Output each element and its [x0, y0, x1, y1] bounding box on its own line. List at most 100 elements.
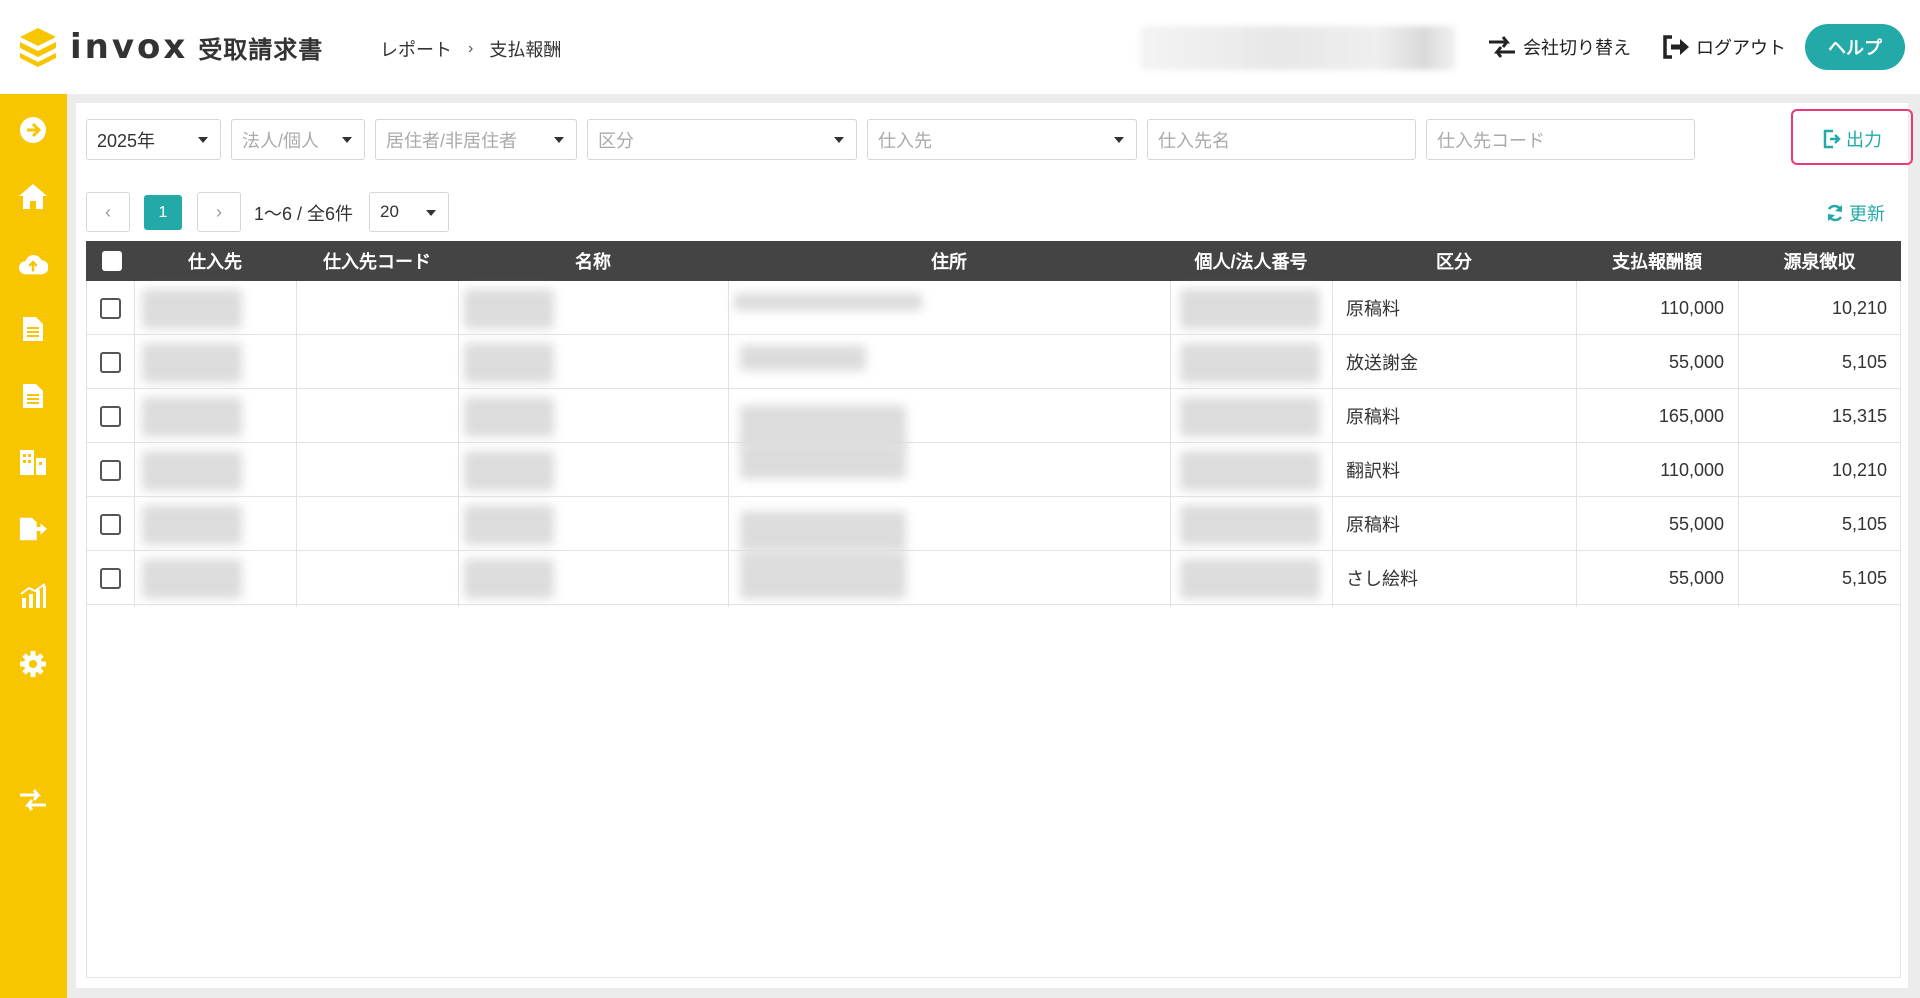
row-withholding: 5,105 — [1841, 513, 1887, 534]
col-header-supplier[interactable]: 仕入先 — [134, 241, 296, 281]
row-category: 原稿料 — [1346, 407, 1400, 427]
col-header-id-number[interactable]: 個人/法人番号 — [1170, 241, 1332, 281]
row-withholding: 10,210 — [1831, 297, 1887, 318]
refresh-label: 更新 — [1849, 204, 1885, 224]
user-info-blurred — [1140, 26, 1456, 70]
per-page-select[interactable]: 20 — [369, 192, 449, 232]
document-alt-icon[interactable] — [18, 381, 48, 411]
entity-type-select[interactable]: 法人/個人 — [231, 119, 365, 160]
logout-label: ログアウト — [1696, 38, 1786, 58]
row-withholding: 15,315 — [1831, 405, 1887, 426]
logout-button[interactable]: ログアウト — [1662, 34, 1786, 60]
redacted-name — [464, 289, 554, 329]
row-checkbox[interactable] — [100, 514, 121, 535]
col-header-supplier-code[interactable]: 仕入先コード — [296, 241, 458, 281]
file-export-icon[interactable] — [18, 514, 48, 544]
row-checkbox[interactable] — [100, 406, 121, 427]
current-page[interactable]: 1 — [144, 195, 182, 230]
year-select-value: 2025年 — [97, 130, 156, 151]
switch-icon[interactable] — [18, 785, 48, 815]
category-placeholder: 区分 — [598, 130, 634, 151]
redacted-id-number — [1180, 343, 1320, 383]
row-checkbox[interactable] — [100, 568, 121, 589]
export-button[interactable]: 出力 — [1822, 126, 1882, 152]
next-page-button[interactable]: › — [197, 192, 241, 232]
logo-text: invox — [70, 27, 189, 67]
redacted-address — [740, 345, 866, 371]
cloud-upload-icon[interactable] — [18, 249, 48, 279]
table-row[interactable]: さし絵料 55,000 5,105 — [86, 551, 1901, 605]
app-header: invox 受取請求書 レポート › 支払報酬 会社切り替え ログアウト ヘルプ — [0, 0, 1920, 94]
row-checkbox[interactable] — [100, 298, 121, 319]
building-icon[interactable] — [18, 447, 48, 477]
row-checkbox[interactable] — [100, 460, 121, 481]
col-header-name[interactable]: 名称 — [458, 241, 728, 281]
redacted-name — [464, 451, 554, 491]
row-category: さし絵料 — [1346, 569, 1418, 589]
help-button[interactable]: ヘルプ — [1805, 24, 1905, 70]
document-icon[interactable] — [18, 314, 48, 344]
col-header-withholding[interactable]: 源泉徴収 — [1738, 241, 1901, 281]
refresh-button[interactable]: 更新 — [1825, 200, 1885, 226]
redacted-supplier — [142, 289, 242, 329]
refresh-icon — [1827, 204, 1843, 222]
breadcrumb: レポート › 支払報酬 — [380, 36, 561, 62]
supplier-select[interactable]: 仕入先 — [867, 119, 1137, 160]
row-withholding: 10,210 — [1831, 459, 1887, 480]
export-label: 出力 — [1846, 130, 1882, 150]
gear-icon[interactable] — [18, 649, 48, 679]
caret-down-icon — [198, 137, 208, 143]
caret-down-icon — [342, 137, 352, 143]
table-row[interactable]: 翻訳料 110,000 10,210 — [86, 443, 1901, 497]
per-page-value: 20 — [380, 202, 399, 221]
table-row[interactable]: 原稿料 110,000 10,210 — [86, 281, 1901, 335]
row-category: 放送謝金 — [1346, 353, 1418, 373]
category-select[interactable]: 区分 — [587, 119, 857, 160]
prev-page-button[interactable]: ‹ — [86, 192, 130, 232]
breadcrumb-separator-icon: › — [468, 40, 474, 57]
home-icon[interactable] — [18, 181, 48, 211]
supplier-name-input[interactable]: 仕入先名 — [1147, 119, 1416, 160]
arrow-right-circle-icon[interactable] — [18, 115, 48, 145]
table-header: 仕入先 仕入先コード 名称 住所 個人/法人番号 区分 支払報酬額 源泉徴収 — [86, 241, 1901, 281]
redacted-address — [740, 511, 906, 551]
row-amount: 55,000 — [1668, 513, 1724, 534]
redacted-name — [464, 397, 554, 437]
row-category: 翻訳料 — [1346, 461, 1400, 481]
supplier-name-placeholder: 仕入先名 — [1158, 130, 1230, 151]
app-logo[interactable]: invox 受取請求書 — [18, 26, 323, 68]
year-select[interactable]: 2025年 — [86, 119, 221, 160]
logo-mark-icon — [18, 26, 58, 68]
redacted-id-number — [1180, 559, 1320, 599]
redacted-id-number — [1180, 451, 1320, 491]
supplier-code-placeholder: 仕入先コード — [1437, 130, 1545, 151]
chart-icon[interactable] — [18, 581, 48, 611]
redacted-supplier — [142, 343, 242, 383]
table-row[interactable]: 原稿料 55,000 5,105 — [86, 497, 1901, 551]
logo-subtitle: 受取請求書 — [198, 35, 324, 64]
redacted-supplier — [142, 451, 242, 491]
select-all-checkbox[interactable] — [102, 251, 122, 271]
redacted-supplier — [142, 505, 242, 545]
table-row[interactable]: 放送謝金 55,000 5,105 — [86, 335, 1901, 389]
row-withholding: 5,105 — [1841, 351, 1887, 372]
switch-company-button[interactable]: 会社切り替え — [1487, 34, 1631, 60]
redacted-name — [464, 505, 554, 545]
breadcrumb-item-report[interactable]: レポート — [380, 36, 452, 62]
redacted-supplier — [142, 397, 242, 437]
row-category: 原稿料 — [1346, 515, 1400, 535]
row-amount: 55,000 — [1668, 351, 1724, 372]
residency-select[interactable]: 居住者/非居住者 — [375, 119, 577, 160]
redacted-id-number — [1180, 397, 1320, 437]
supplier-code-input[interactable]: 仕入先コード — [1426, 119, 1695, 160]
table-row[interactable]: 原稿料 165,000 15,315 — [86, 389, 1901, 449]
chevron-right-icon: › — [216, 201, 222, 222]
redacted-address — [740, 551, 906, 599]
col-header-category[interactable]: 区分 — [1332, 241, 1576, 281]
pagination-info: 1〜6 / 全6件 — [254, 204, 354, 224]
redacted-supplier — [142, 559, 242, 599]
col-header-amount[interactable]: 支払報酬額 — [1576, 241, 1738, 281]
col-header-address[interactable]: 住所 — [728, 241, 1170, 281]
row-checkbox[interactable] — [100, 352, 121, 373]
row-withholding: 5,105 — [1841, 567, 1887, 588]
